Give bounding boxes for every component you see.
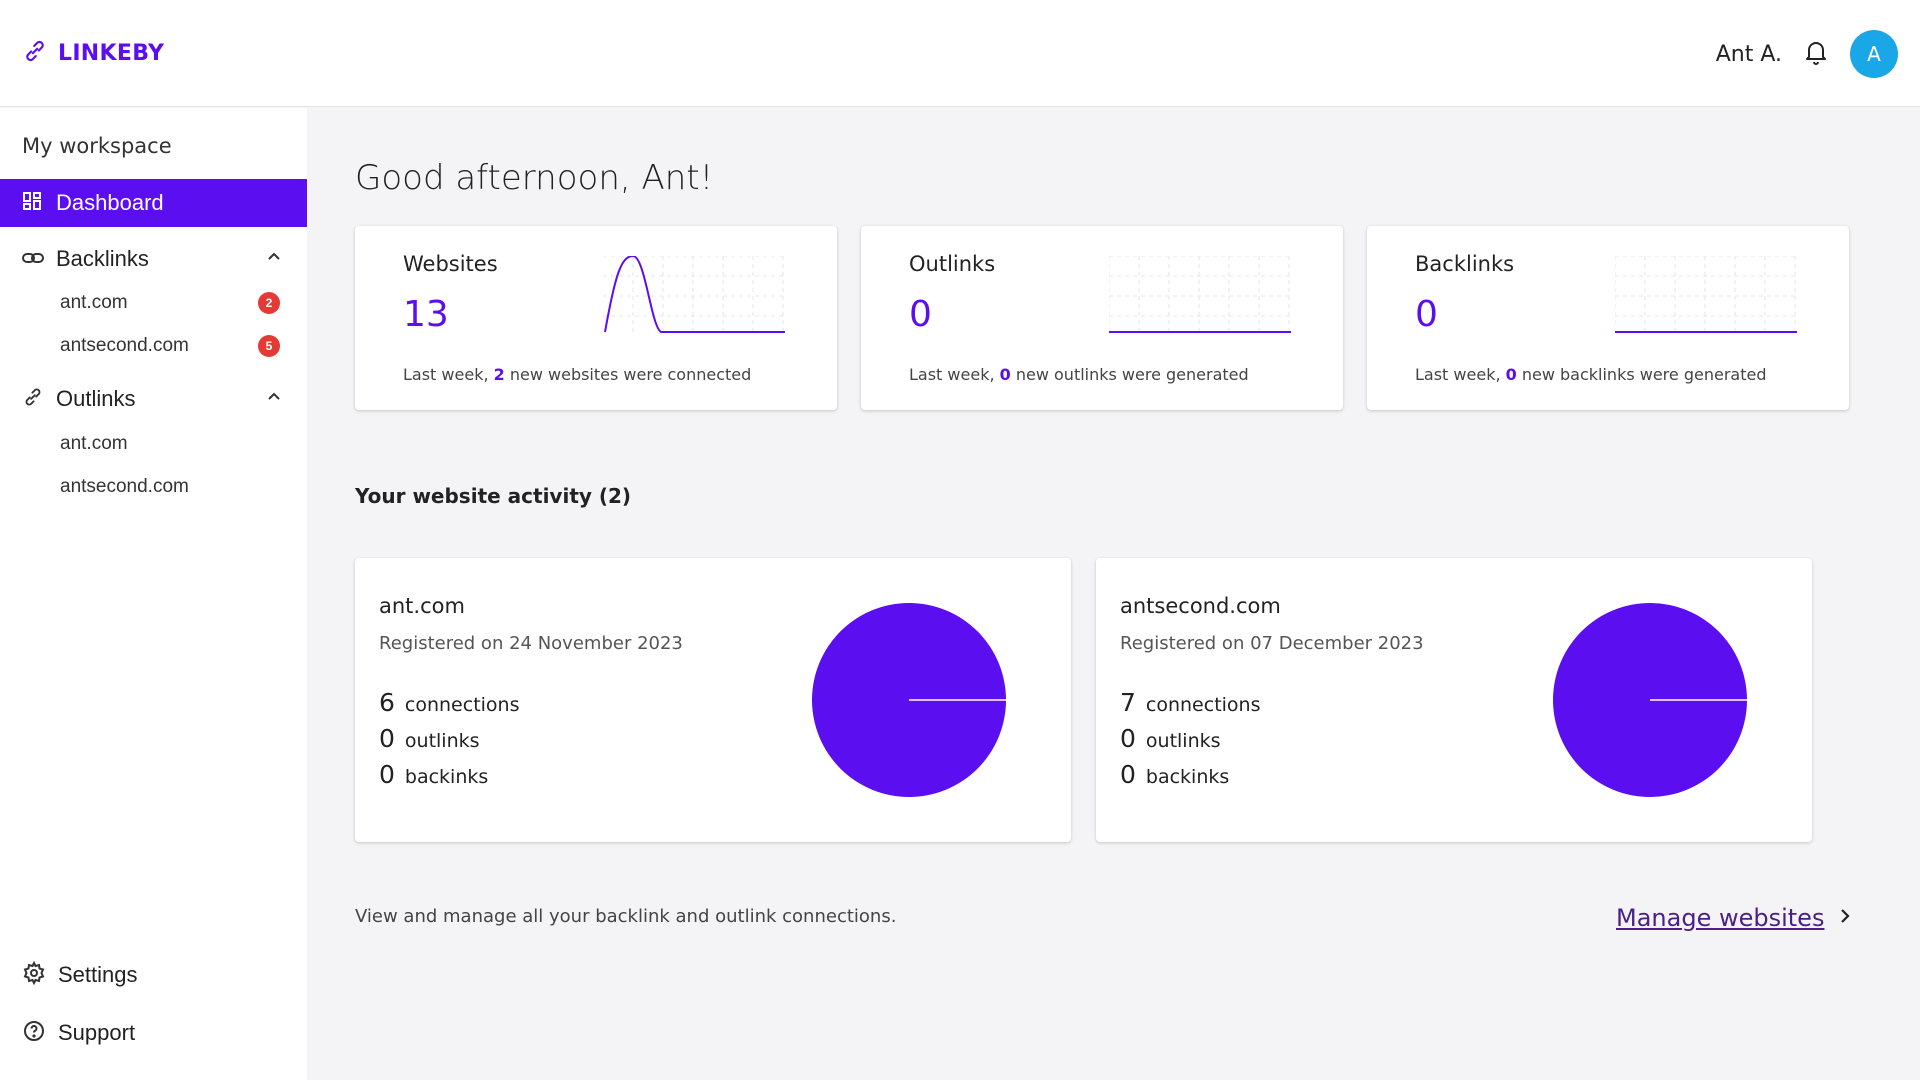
site-registered-date: Registered on 07 December 2023	[1120, 633, 1424, 654]
metric-backlinks: 0 backinks	[379, 760, 489, 789]
app-name: LINKEBY	[58, 40, 165, 66]
stat-description: Last week, 0 new backlinks were generate…	[1415, 365, 1767, 384]
stat-title: Websites	[403, 252, 498, 276]
stat-title: Outlinks	[909, 252, 996, 276]
sparkline-chart	[603, 256, 785, 333]
metric-connections: 7 connections	[1120, 688, 1261, 717]
sidebar-item-label: ant.com	[60, 433, 128, 454]
metric-backlinks: 0 backinks	[1120, 760, 1230, 789]
sidebar-item-settings[interactable]: Settings	[22, 960, 138, 989]
sidebar-item-backlinks-ant[interactable]: ant.com 2	[60, 292, 280, 314]
help-icon	[22, 1019, 46, 1047]
avatar[interactable]: A	[1850, 30, 1898, 78]
stat-value: 13	[403, 294, 449, 335]
link-label: Manage websites	[1616, 904, 1825, 932]
sidebar-item-dashboard[interactable]: Dashboard	[0, 179, 307, 227]
dashboard-icon	[22, 191, 42, 215]
app-logo[interactable]: LINKEBY	[22, 38, 164, 68]
sidebar-item-label: antsecond.com	[60, 335, 189, 356]
sidebar-group-outlinks[interactable]: Outlinks	[22, 386, 282, 412]
site-card-antsecond[interactable]: antsecond.com Registered on 07 December …	[1096, 558, 1812, 842]
sidebar-item-label: ant.com	[60, 292, 128, 313]
stat-value: 0	[1415, 294, 1438, 335]
sidebar-item-label: antsecond.com	[60, 476, 189, 497]
site-registered-date: Registered on 24 November 2023	[379, 633, 683, 654]
sidebar-item-label: Dashboard	[56, 190, 164, 215]
sidebar-item-backlinks-antsecond[interactable]: antsecond.com 5	[60, 335, 280, 357]
sidebar-item-label: Support	[58, 1020, 136, 1045]
chevron-up-icon[interactable]	[266, 248, 282, 268]
pie-chart	[1553, 603, 1747, 797]
metric-outlinks: 0 outlinks	[1120, 724, 1221, 753]
page-title: Good afternoon, Ant!	[355, 158, 714, 198]
count-badge: 2	[258, 292, 280, 314]
stat-value: 0	[909, 294, 932, 335]
gear-icon	[22, 960, 46, 989]
footer-description: View and manage all your backlink and ou…	[355, 906, 897, 927]
sparkline-chart	[1109, 256, 1291, 333]
sidebar-item-outlinks-antsecond[interactable]: antsecond.com	[60, 476, 280, 498]
chain-icon	[22, 250, 44, 269]
bell-icon[interactable]	[1804, 39, 1828, 69]
site-name: ant.com	[379, 594, 465, 618]
sidebar-group-label: Backlinks	[56, 246, 149, 271]
chevron-right-icon	[1838, 907, 1852, 929]
main-content: Good afternoon, Ant! Websites 13 Last we…	[308, 108, 1920, 1080]
stat-card-outlinks: Outlinks 0 Last week, 0 new outlinks wer…	[861, 226, 1343, 410]
sidebar: My workspace Dashboard Backlinks ant.com…	[0, 108, 307, 1080]
sparkline-chart	[1615, 256, 1797, 333]
sidebar-item-label: Settings	[58, 962, 138, 987]
stat-description: Last week, 2 new websites were connected	[403, 365, 752, 384]
sidebar-item-outlinks-ant[interactable]: ant.com	[60, 433, 280, 455]
section-title: Your website activity (2)	[355, 484, 632, 508]
stat-card-backlinks: Backlinks 0 Last week, 0 new backlinks w…	[1367, 226, 1849, 410]
metric-outlinks: 0 outlinks	[379, 724, 480, 753]
manage-websites-link[interactable]: Manage websites	[1616, 904, 1852, 932]
top-header: LINKEBY Ant A. A	[0, 0, 1920, 107]
sidebar-item-support[interactable]: Support	[22, 1019, 135, 1047]
site-card-ant[interactable]: ant.com Registered on 24 November 2023 6…	[355, 558, 1071, 842]
user-area: Ant A. A	[1716, 30, 1898, 78]
workspace-title: My workspace	[22, 134, 172, 158]
pie-chart	[812, 603, 1006, 797]
sidebar-group-backlinks[interactable]: Backlinks	[22, 246, 282, 272]
link-icon	[22, 38, 48, 68]
chevron-up-icon[interactable]	[266, 388, 282, 408]
metric-connections: 6 connections	[379, 688, 520, 717]
stat-description: Last week, 0 new outlinks were generated	[909, 365, 1249, 384]
site-name: antsecond.com	[1120, 594, 1281, 618]
stat-title: Backlinks	[1415, 252, 1515, 276]
link-icon	[22, 386, 44, 412]
user-name[interactable]: Ant A.	[1716, 42, 1782, 67]
stat-card-websites: Websites 13 Last week, 2 new websites we…	[355, 226, 837, 410]
count-badge: 5	[258, 335, 280, 357]
sidebar-group-label: Outlinks	[56, 386, 136, 411]
